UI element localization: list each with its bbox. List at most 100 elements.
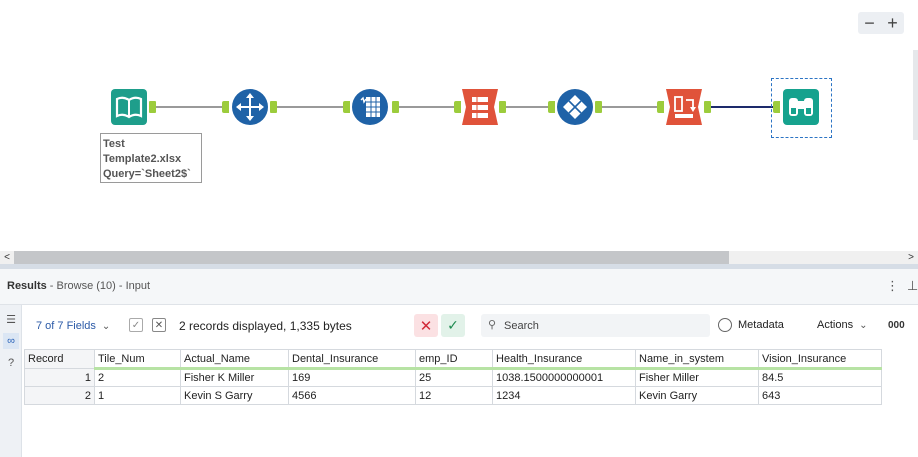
actions-dropdown[interactable]: Actions ⌄ xyxy=(817,319,867,331)
unique-diamond-icon xyxy=(557,89,593,125)
connection-line xyxy=(399,106,454,108)
browse-tool[interactable] xyxy=(782,88,820,126)
table-cell[interactable]: 4566 xyxy=(288,386,416,405)
results-subtitle: - Browse (10) - Input xyxy=(46,280,151,292)
table-cell[interactable]: 643 xyxy=(758,386,882,405)
input-anchor[interactable] xyxy=(657,101,664,113)
column-header[interactable]: Tile_Num xyxy=(94,349,181,370)
input-anchor[interactable] xyxy=(454,101,461,113)
connection-line xyxy=(711,106,773,108)
input-anchor[interactable] xyxy=(548,101,555,113)
table-cell[interactable]: Kevin Garry xyxy=(635,386,759,405)
table-cell[interactable]: 1 xyxy=(94,386,181,405)
move-arrows-icon xyxy=(232,89,268,125)
column-header[interactable]: Vision_Insurance xyxy=(758,349,882,370)
table-cell[interactable]: 12 xyxy=(415,386,493,405)
table-cell[interactable]: 169 xyxy=(288,368,416,387)
more-vertical-icon[interactable]: ⋮ xyxy=(886,278,899,294)
canvas-vertical-scrollbar[interactable] xyxy=(913,50,918,140)
transpose-tool[interactable] xyxy=(665,88,703,126)
connection-line xyxy=(277,106,343,108)
list-icon[interactable]: ☰ xyxy=(3,311,19,327)
output-anchor[interactable] xyxy=(499,101,506,113)
results-label: Results xyxy=(7,280,47,292)
column-header[interactable]: Health_Insurance xyxy=(492,349,636,370)
column-header[interactable]: Name_in_system xyxy=(635,349,759,370)
tool-annotation: Test Template2.xlsx Query=`Sheet2$` xyxy=(100,133,202,183)
column-header[interactable]: Actual_Name xyxy=(180,349,289,370)
zoom-in-button[interactable]: + xyxy=(881,12,904,34)
results-grid: Record Tile_Num Actual_Name Dental_Insur… xyxy=(24,349,882,405)
results-header: Results - Browse (10) - Input ⋮ ⊥ xyxy=(0,269,918,305)
results-toolbar: 7 of 7 Fields ⌄ ✓ ✕ 2 records displayed, … xyxy=(22,305,918,347)
input-data-tool[interactable] xyxy=(110,88,148,126)
table-cell[interactable]: 84.5 xyxy=(758,368,882,387)
table-cell[interactable]: 1038.1500000000001 xyxy=(492,368,636,387)
chevron-down-icon: ⌄ xyxy=(101,321,111,332)
select-tool[interactable] xyxy=(231,88,269,126)
input-anchor[interactable] xyxy=(343,101,350,113)
scrollbar-thumb[interactable] xyxy=(14,251,729,264)
output-anchor[interactable] xyxy=(149,101,156,113)
close-icon: ✕ xyxy=(419,317,433,335)
search-box: ⚲ xyxy=(481,314,710,337)
input-anchor[interactable] xyxy=(222,101,229,113)
output-anchor[interactable] xyxy=(595,101,602,113)
records-info: 2 records displayed, 1,335 bytes xyxy=(179,319,352,333)
canvas-horizontal-scrollbar[interactable]: < > xyxy=(0,251,918,264)
table-row[interactable]: 1 2 Fisher K Miller 169 25 1038.15000000… xyxy=(24,368,882,387)
pin-icon[interactable]: ⊥ xyxy=(907,278,918,294)
column-header[interactable]: Dental_Insurance xyxy=(288,349,416,370)
scroll-right-button[interactable]: > xyxy=(904,251,918,264)
metadata-label: Metadata xyxy=(738,319,784,331)
table-cell[interactable]: 2 xyxy=(94,368,181,387)
more-options-button[interactable]: 000 xyxy=(888,320,905,331)
actions-label: Actions xyxy=(817,319,854,331)
book-icon xyxy=(111,89,147,125)
connection-line xyxy=(506,106,548,108)
table-cell[interactable]: Fisher Miller xyxy=(635,368,759,387)
output-anchor[interactable] xyxy=(392,101,399,113)
zoom-out-button[interactable]: − xyxy=(858,12,881,34)
help-icon[interactable]: ? xyxy=(3,355,19,371)
metadata-radio[interactable] xyxy=(718,318,732,332)
fields-label: 7 of 7 Fields xyxy=(36,320,96,332)
workflow-canvas[interactable]: − + Test Template2.xlsx Query=`Sheet2$` xyxy=(0,0,918,251)
search-input[interactable] xyxy=(504,317,704,334)
results-title: Results - Browse (10) - Input xyxy=(7,280,150,292)
table-row[interactable]: 2 1 Kevin S Garry 4566 12 1234 Kevin Gar… xyxy=(24,386,882,405)
metadata-toggle[interactable]: Metadata xyxy=(718,318,784,332)
edit-checkbox-icon[interactable]: ✓ xyxy=(129,318,143,332)
binoculars-icon[interactable]: ∞ xyxy=(3,333,19,349)
table-cell[interactable]: 25 xyxy=(415,368,493,387)
output-anchor[interactable] xyxy=(704,101,711,113)
annotation-line: Query=`Sheet2$` xyxy=(103,168,191,180)
connection-line xyxy=(602,106,657,108)
scroll-left-button[interactable]: < xyxy=(0,251,14,264)
table-cell[interactable]: 1234 xyxy=(492,386,636,405)
annotation-line: Test xyxy=(103,138,125,150)
formula-tool[interactable] xyxy=(351,88,389,126)
fields-dropdown[interactable]: 7 of 7 Fields ⌄ xyxy=(36,320,110,332)
join-tool[interactable] xyxy=(461,88,499,126)
output-anchor[interactable] xyxy=(270,101,277,113)
cancel-button[interactable]: ✕ xyxy=(414,314,438,337)
check-icon: ✓ xyxy=(447,317,459,333)
column-header[interactable]: Record xyxy=(24,349,95,369)
search-icon: ⚲ xyxy=(488,319,497,331)
zoom-controls: − + xyxy=(858,12,904,34)
column-header[interactable]: emp_ID xyxy=(415,349,493,370)
record-number: 2 xyxy=(24,386,95,405)
clear-selection-icon[interactable]: ✕ xyxy=(152,318,166,332)
grid-header-row: Record Tile_Num Actual_Name Dental_Insur… xyxy=(24,349,882,370)
binoculars-icon xyxy=(783,89,819,125)
chevron-down-icon: ⌄ xyxy=(859,320,868,331)
results-grid-area: Record Tile_Num Actual_Name Dental_Insur… xyxy=(22,347,918,457)
table-cell[interactable]: Kevin S Garry xyxy=(180,386,289,405)
apply-button[interactable]: ✓ xyxy=(441,314,465,337)
unique-tool[interactable] xyxy=(556,88,594,126)
formula-grid-icon xyxy=(352,89,388,125)
results-sidebar: ☰ ∞ ? xyxy=(0,305,22,457)
join-icon xyxy=(462,89,498,125)
table-cell[interactable]: Fisher K Miller xyxy=(180,368,289,387)
